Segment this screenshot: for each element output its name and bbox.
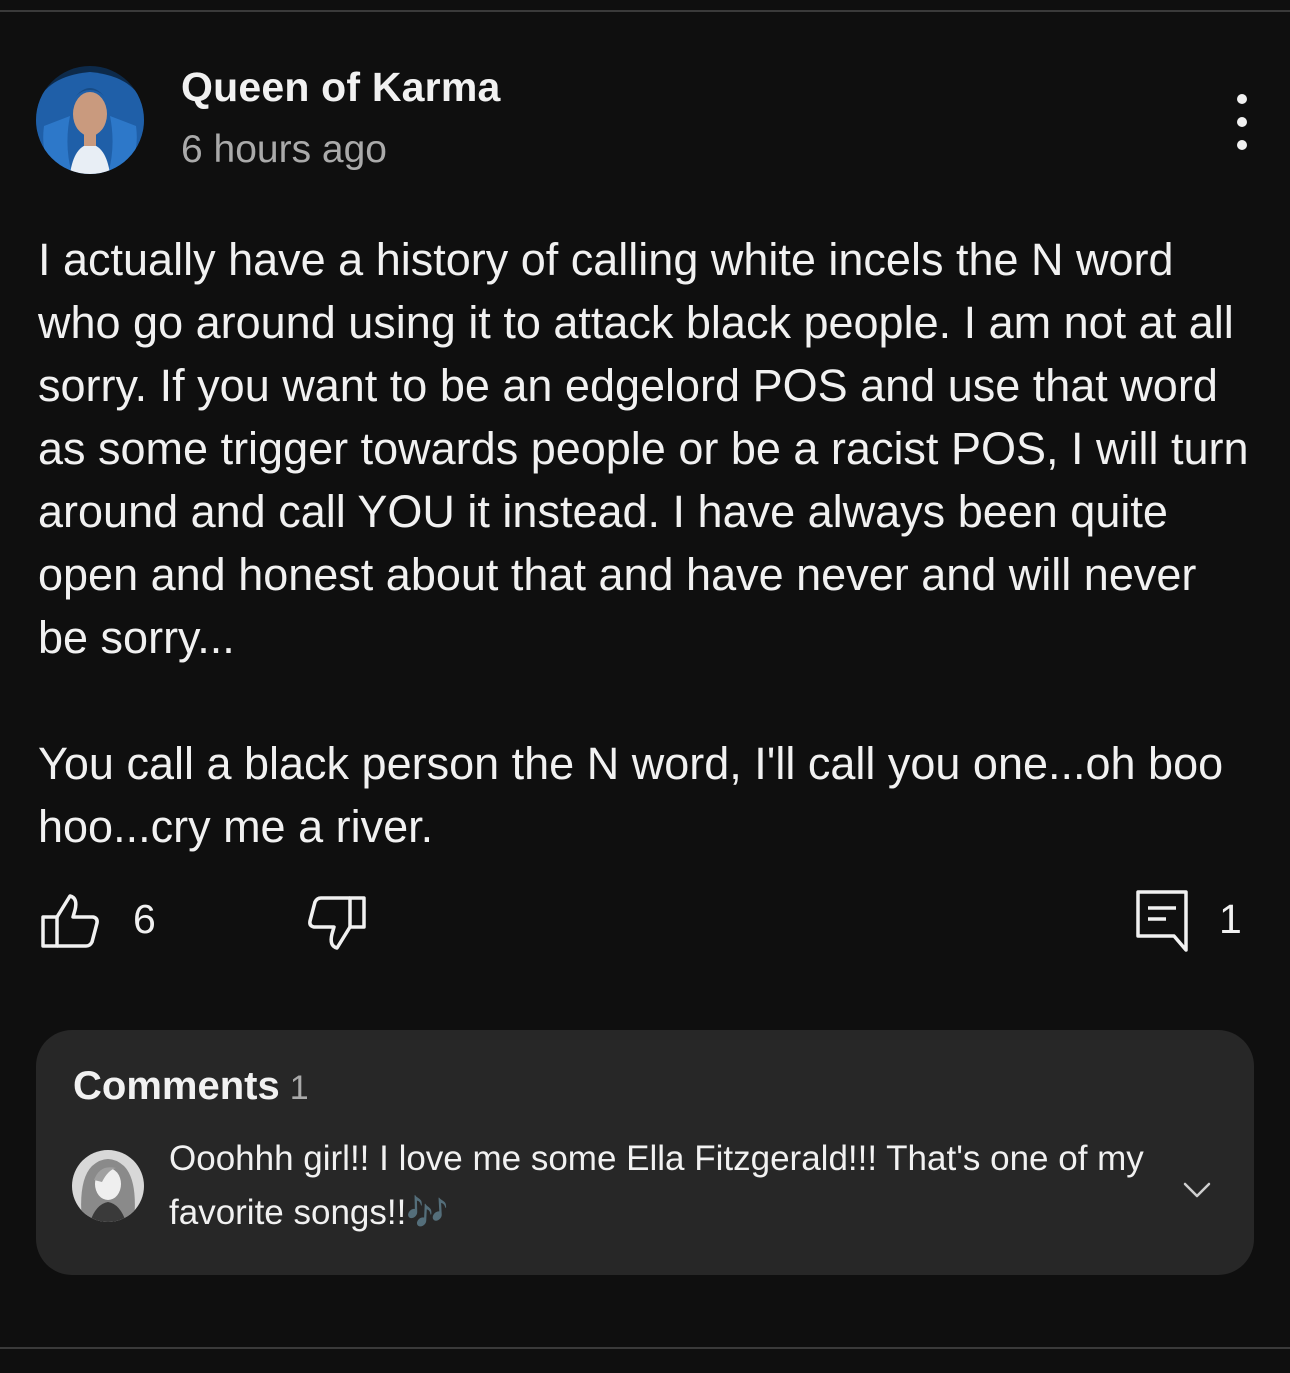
expand-comments-button[interactable] bbox=[1182, 1180, 1212, 1200]
thumbs-up-icon bbox=[41, 894, 99, 948]
comment-count: 1 bbox=[1219, 896, 1242, 942]
author-avatar-image bbox=[36, 66, 144, 174]
thumbs-down-icon bbox=[308, 896, 366, 950]
comments-title: Comments bbox=[73, 1064, 280, 1108]
more-options-button[interactable] bbox=[1222, 94, 1262, 150]
author-avatar[interactable] bbox=[36, 66, 144, 174]
comments-heading: Comments 1 bbox=[73, 1064, 309, 1109]
comments-panel[interactable]: Comments 1 Ooohhh girl!! I love me some E… bbox=[36, 1030, 1254, 1275]
post-timestamp: 6 hours ago bbox=[181, 128, 387, 171]
music-notes-emoji: 🎶 bbox=[406, 1194, 449, 1232]
top-comment-body: Ooohhh girl!! I love me some Ella Fitzge… bbox=[169, 1139, 1144, 1232]
vertical-ellipsis-icon-dot bbox=[1237, 117, 1247, 127]
like-button[interactable] bbox=[40, 892, 102, 950]
commenter-avatar[interactable] bbox=[72, 1150, 144, 1222]
top-comment-text: Ooohhh girl!! I love me some Ella Fitzge… bbox=[169, 1132, 1149, 1240]
like-count: 6 bbox=[133, 896, 156, 942]
dislike-button[interactable] bbox=[305, 894, 367, 952]
vertical-ellipsis-icon-dot bbox=[1237, 140, 1247, 150]
vertical-ellipsis-icon bbox=[1237, 94, 1247, 104]
comment-button[interactable] bbox=[1134, 888, 1190, 952]
bottom-divider bbox=[0, 1347, 1290, 1349]
comments-count: 1 bbox=[289, 1069, 309, 1107]
post-paragraph: You call a black person the N word, I'll… bbox=[38, 738, 1224, 852]
comment-bubble-icon bbox=[1136, 890, 1188, 952]
commenter-avatar-image bbox=[72, 1150, 144, 1222]
post-body: I actually have a history of calling whi… bbox=[38, 228, 1250, 858]
chevron-down-icon bbox=[1183, 1182, 1211, 1198]
author-name[interactable]: Queen of Karma bbox=[181, 64, 501, 111]
top-divider bbox=[0, 10, 1290, 12]
post-paragraph: I actually have a history of calling whi… bbox=[38, 234, 1249, 663]
